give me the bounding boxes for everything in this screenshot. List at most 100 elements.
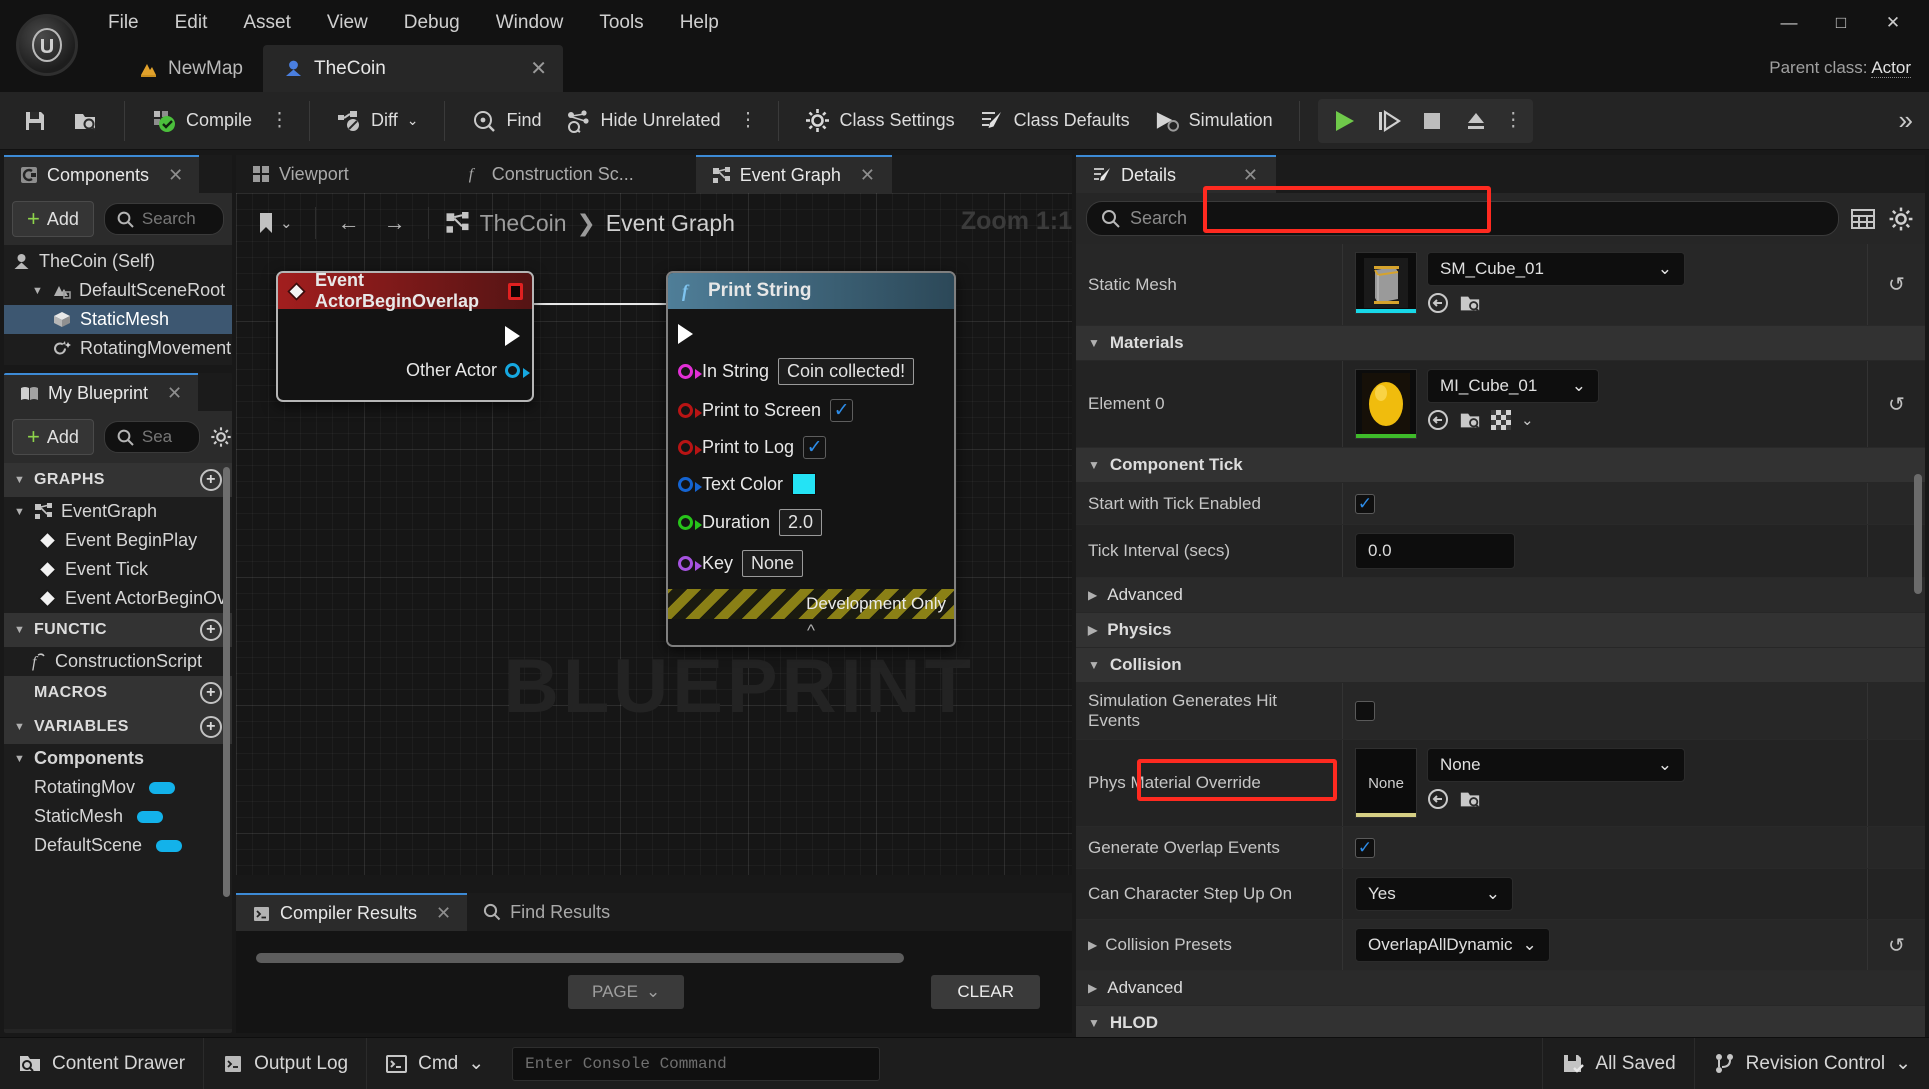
toolbar-overflow-icon[interactable]: » bbox=[1899, 105, 1913, 136]
section-variables[interactable]: ▼ VARIABLES + bbox=[4, 710, 232, 744]
compiler-results-close-icon[interactable]: ✕ bbox=[436, 903, 451, 924]
find-in-content-browser-icon[interactable] bbox=[1459, 409, 1481, 431]
bookmark-button[interactable]: ⌄ bbox=[246, 205, 303, 241]
find-in-content-browser-icon[interactable] bbox=[1459, 292, 1481, 314]
page-dropdown[interactable]: PAGE ⌄ bbox=[568, 975, 685, 1009]
can-character-step-up-combo[interactable]: Yes ⌄ bbox=[1355, 877, 1513, 911]
details-close-icon[interactable]: ✕ bbox=[1243, 165, 1258, 186]
bool-pin-icon[interactable] bbox=[678, 440, 702, 455]
expander-icon[interactable]: ▼ bbox=[32, 285, 44, 297]
mb-item-var-staticmesh[interactable]: StaticMesh bbox=[4, 802, 232, 831]
find-in-content-browser-icon[interactable] bbox=[1459, 788, 1481, 810]
menu-edit[interactable]: Edit bbox=[157, 6, 226, 40]
pin-other-actor[interactable]: Other Actor bbox=[278, 353, 532, 388]
simulation-button[interactable]: Simulation bbox=[1142, 102, 1285, 140]
section-graphs[interactable]: ▼ GRAPHS + bbox=[4, 463, 232, 497]
expander-icon[interactable]: ▶ bbox=[1088, 938, 1097, 952]
tab-details[interactable]: Details ✕ bbox=[1076, 155, 1276, 193]
category-collision[interactable]: ▼ Collision bbox=[1076, 648, 1925, 683]
bool-pin-icon[interactable] bbox=[678, 403, 702, 418]
my-blueprint-close-icon[interactable]: ✕ bbox=[167, 383, 182, 404]
expander-icon[interactable]: ▼ bbox=[14, 753, 26, 765]
graph-forward-button[interactable]: → bbox=[374, 204, 416, 242]
expander-icon[interactable]: ▶ bbox=[1088, 623, 1097, 637]
tab-find-results[interactable]: Find Results bbox=[467, 893, 627, 931]
mb-item-event-actorbeginoverlap[interactable]: Event ActorBeginOv bbox=[4, 584, 232, 613]
class-defaults-button[interactable]: Class Defaults bbox=[967, 102, 1142, 140]
pin-print-to-screen[interactable]: Print to Screen ✓ bbox=[668, 392, 954, 429]
clear-button[interactable]: CLEAR bbox=[931, 975, 1040, 1009]
tab-compiler-results[interactable]: Compiler Results ✕ bbox=[236, 893, 468, 931]
expander-icon[interactable]: ▼ bbox=[14, 506, 26, 518]
node-event-actorbeginoverlap[interactable]: Event ActorBeginOverlap Other Actor bbox=[276, 270, 534, 402]
expander-icon[interactable]: ▼ bbox=[14, 721, 26, 733]
static-mesh-thumbnail[interactable] bbox=[1355, 252, 1417, 314]
browse-content-button[interactable] bbox=[60, 102, 110, 140]
eject-button[interactable] bbox=[1454, 101, 1498, 141]
play-button[interactable] bbox=[1322, 101, 1366, 141]
expander-icon[interactable]: ▼ bbox=[1088, 658, 1100, 672]
tick-interval-input[interactable]: 0.0 bbox=[1355, 533, 1515, 569]
pin-key[interactable]: Key None bbox=[668, 543, 954, 589]
tab-event-graph-close-icon[interactable]: ✕ bbox=[860, 165, 875, 186]
mb-item-var-defaultsceneroot[interactable]: DefaultScene bbox=[4, 831, 232, 860]
add-variable-button[interactable]: + bbox=[200, 716, 222, 738]
mb-item-var-rotatingmovement[interactable]: RotatingMov bbox=[4, 773, 232, 802]
revision-control-button[interactable]: Revision Control ⌄ bbox=[1693, 1037, 1929, 1089]
mb-item-event-tick[interactable]: Event Tick bbox=[4, 555, 232, 584]
category-component-tick[interactable]: ▼ Component Tick bbox=[1076, 448, 1925, 483]
collision-presets-combo[interactable]: OverlapAllDynamic ⌄ bbox=[1355, 928, 1550, 962]
material-thumbnail[interactable] bbox=[1355, 369, 1417, 439]
text-color-swatch[interactable] bbox=[792, 473, 817, 495]
tree-row-rotatingmovement[interactable]: RotatingMovement bbox=[4, 334, 232, 363]
expander-icon[interactable]: ▼ bbox=[1088, 458, 1100, 472]
pin-exec-in[interactable] bbox=[668, 317, 954, 351]
menu-tools[interactable]: Tools bbox=[581, 6, 661, 40]
details-scrollbar[interactable] bbox=[1914, 474, 1922, 594]
pin-exec-out[interactable] bbox=[278, 319, 532, 353]
step-button[interactable] bbox=[1366, 101, 1410, 141]
object-pin-icon[interactable] bbox=[505, 363, 530, 378]
class-settings-button[interactable]: Class Settings bbox=[793, 102, 967, 140]
compile-options-kebab-icon[interactable]: ⋮ bbox=[264, 110, 295, 131]
hide-unrelated-kebab-icon[interactable]: ⋮ bbox=[733, 110, 764, 131]
tab-thecoin[interactable]: TheCoin ✕ bbox=[262, 45, 563, 92]
print-to-screen-checkbox[interactable]: ✓ bbox=[830, 399, 854, 422]
browse-to-asset-icon[interactable] bbox=[1427, 788, 1449, 810]
maximize-button[interactable]: □ bbox=[1815, 6, 1867, 40]
add-macro-button[interactable]: + bbox=[200, 682, 222, 704]
components-close-icon[interactable]: ✕ bbox=[168, 165, 183, 186]
float-pin-icon[interactable] bbox=[678, 515, 702, 530]
print-to-log-checkbox[interactable]: ✓ bbox=[803, 436, 827, 459]
collision-presets-reset-icon[interactable]: ↺ bbox=[1867, 920, 1925, 970]
menu-view[interactable]: View bbox=[309, 6, 386, 40]
variable-type-pill-icon[interactable] bbox=[149, 781, 176, 794]
tree-row-thecoin-self[interactable]: TheCoin (Self) bbox=[4, 247, 232, 276]
tab-event-graph[interactable]: Event Graph ✕ bbox=[695, 155, 892, 193]
details-search-input[interactable]: Search bbox=[1086, 201, 1839, 236]
diff-button[interactable]: Diff ⌄ bbox=[324, 102, 430, 140]
mb-item-event-beginplay[interactable]: Event BeginPlay bbox=[4, 526, 232, 555]
pin-print-to-log[interactable]: Print to Log ✓ bbox=[668, 429, 954, 466]
add-graph-button[interactable]: + bbox=[200, 469, 222, 491]
expander-icon[interactable]: ▼ bbox=[14, 474, 26, 486]
category-physics[interactable]: ▶ Physics bbox=[1076, 613, 1925, 648]
mb-item-components-group[interactable]: ▼ Components bbox=[4, 744, 232, 773]
tab-thecoin-close-icon[interactable]: ✕ bbox=[530, 56, 547, 81]
duration-value[interactable]: 2.0 bbox=[779, 509, 823, 536]
graph-back-button[interactable]: ← bbox=[328, 204, 370, 242]
pin-text-color[interactable]: Text Color bbox=[668, 466, 954, 502]
save-button[interactable] bbox=[10, 102, 60, 140]
my-blueprint-settings-icon[interactable] bbox=[210, 423, 232, 451]
key-value[interactable]: None bbox=[742, 550, 804, 577]
node-print-string[interactable]: f Print String In String Coin collected! bbox=[666, 271, 956, 647]
browse-to-asset-icon[interactable] bbox=[1427, 292, 1449, 314]
phys-material-combo[interactable]: None ⌄ bbox=[1427, 748, 1685, 782]
mb-item-eventgraph[interactable]: ▼ EventGraph bbox=[4, 497, 232, 526]
graph-canvas[interactable]: ⌄ ← → TheCoin ❯ Event Graph Zoom 1:1 BLU… bbox=[236, 193, 1072, 875]
struct-pin-icon[interactable] bbox=[678, 476, 702, 492]
checker-icon[interactable] bbox=[1491, 410, 1511, 430]
play-options-kebab-icon[interactable]: ⋮ bbox=[1498, 110, 1529, 131]
tree-row-defaultsceneroot[interactable]: ▼ DefaultSceneRoot bbox=[4, 276, 232, 305]
menu-file[interactable]: File bbox=[90, 6, 157, 40]
